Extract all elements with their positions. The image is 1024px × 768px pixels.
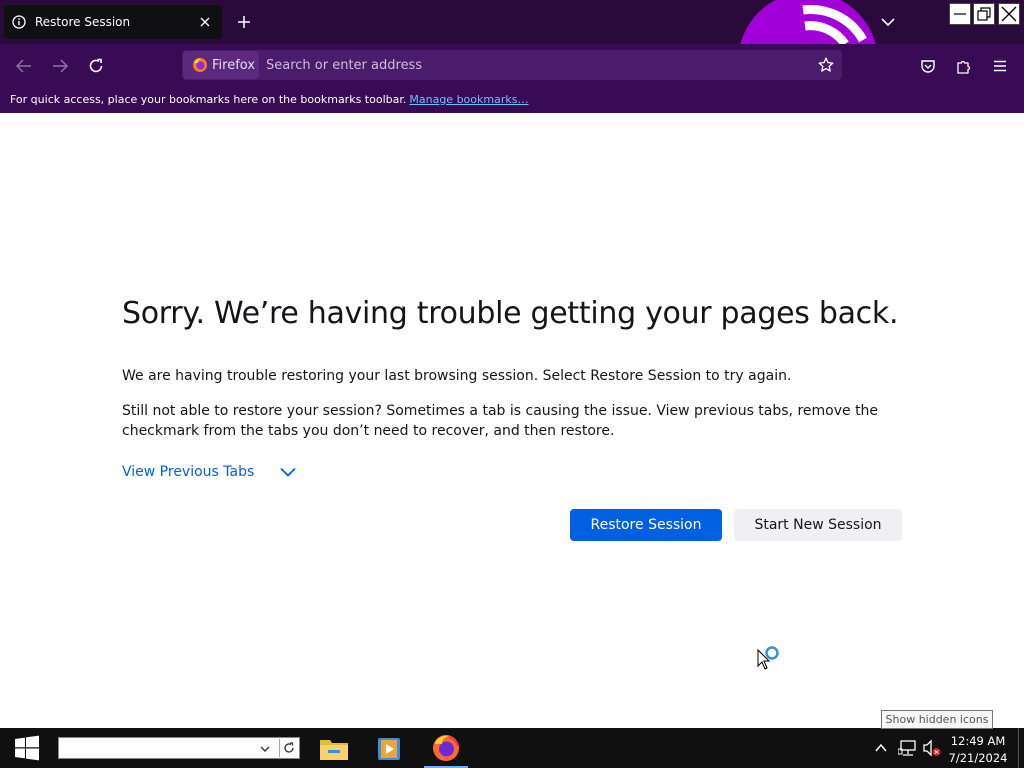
close-window-icon[interactable] [998, 3, 1020, 25]
volume-muted-icon[interactable] [922, 739, 942, 757]
view-previous-tabs-label: View Previous Tabs [122, 464, 255, 480]
windows-start-icon[interactable] [0, 728, 54, 768]
clock-date: 7/21/2024 [948, 751, 1008, 765]
restore-session-button[interactable]: Restore Session [570, 509, 722, 541]
firefox-taskbar-icon[interactable] [424, 730, 468, 768]
bookmarks-toolbar-message: For quick access, place your bookmarks h… [10, 93, 407, 106]
manage-bookmarks-link[interactable]: Manage bookmarks… [409, 93, 528, 106]
identity-box[interactable]: Firefox [183, 51, 259, 79]
address-input[interactable] [262, 51, 802, 79]
identity-label: Firefox [212, 57, 256, 73]
show-desktop-button[interactable] [1018, 728, 1024, 768]
minimize-icon[interactable] [949, 3, 971, 25]
show-hidden-icons-chevron-up-icon[interactable] [873, 740, 889, 756]
error-description: We are having trouble restoring your las… [122, 368, 792, 384]
start-new-session-button[interactable]: Start New Session [734, 509, 902, 541]
error-help-text: Still not able to restore your session? … [122, 403, 879, 439]
hamburger-menu-icon[interactable] [986, 52, 1014, 80]
firefox-icon [193, 58, 207, 72]
chevron-down-icon [278, 462, 298, 482]
new-tab-button[interactable] [232, 10, 256, 34]
list-all-tabs-chevron-icon[interactable] [876, 10, 900, 34]
pocket-icon[interactable] [914, 52, 942, 80]
bookmark-star-icon[interactable] [814, 53, 838, 77]
info-icon [11, 14, 27, 30]
search-dropdown-icon[interactable] [258, 741, 272, 755]
restore-window-icon[interactable] [973, 3, 995, 25]
forward-arrow-icon[interactable] [46, 52, 74, 80]
taskbar-clock[interactable]: 12:49 AM 7/21/2024 [948, 733, 1008, 767]
network-icon[interactable] [897, 739, 918, 757]
busy-cursor-icon [756, 646, 782, 672]
show-hidden-icons-tooltip: Show hidden icons [881, 710, 993, 729]
view-previous-tabs-toggle[interactable]: View Previous Tabs [122, 461, 298, 483]
tab-title: Restore Session [35, 15, 131, 29]
page-title: Sorry. We’re having trouble getting your… [122, 296, 899, 331]
extensions-puzzle-icon[interactable] [950, 52, 978, 80]
bookmarks-toolbar: For quick access, place your bookmarks h… [0, 86, 1024, 113]
reload-icon[interactable] [82, 52, 110, 80]
refresh-icon[interactable] [279, 739, 297, 757]
file-explorer-icon[interactable] [312, 730, 356, 768]
tab-restore-session[interactable]: Restore Session [4, 5, 222, 39]
clock-time: 12:49 AM [950, 734, 1006, 748]
firefox-logo-decoration [733, 0, 883, 44]
back-arrow-icon[interactable] [10, 52, 38, 80]
close-tab-icon[interactable] [194, 11, 216, 33]
media-player-icon[interactable] [367, 730, 411, 768]
